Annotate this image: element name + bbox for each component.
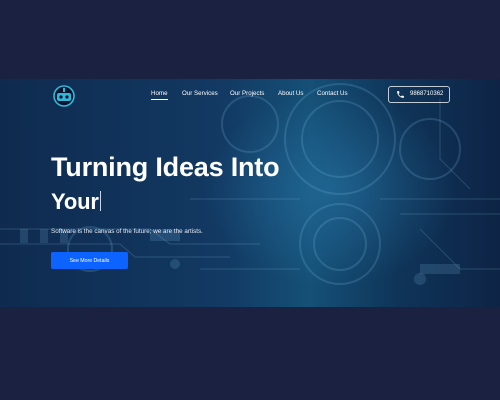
see-more-details-button[interactable]: See More Details bbox=[51, 252, 128, 269]
phone-button[interactable]: 9868710362 bbox=[388, 86, 450, 103]
hero-tagline: Software is the canvas of the future; we… bbox=[51, 228, 203, 235]
nav-our-projects[interactable]: Our Projects bbox=[230, 90, 264, 97]
nav-about-us[interactable]: About Us bbox=[278, 90, 303, 97]
nav-home[interactable]: Home bbox=[151, 90, 168, 100]
phone-icon bbox=[397, 91, 404, 98]
typing-cursor bbox=[99, 191, 101, 211]
nav-our-services[interactable]: Our Services bbox=[182, 90, 218, 97]
hero-headline-word: Your bbox=[51, 189, 99, 214]
phone-number: 9868710362 bbox=[410, 91, 444, 97]
hero-headline-line2: Your bbox=[51, 189, 101, 215]
nav-contact-us[interactable]: Contact Us bbox=[317, 90, 348, 97]
hero-headline-line1: Turning Ideas Into bbox=[51, 152, 280, 182]
